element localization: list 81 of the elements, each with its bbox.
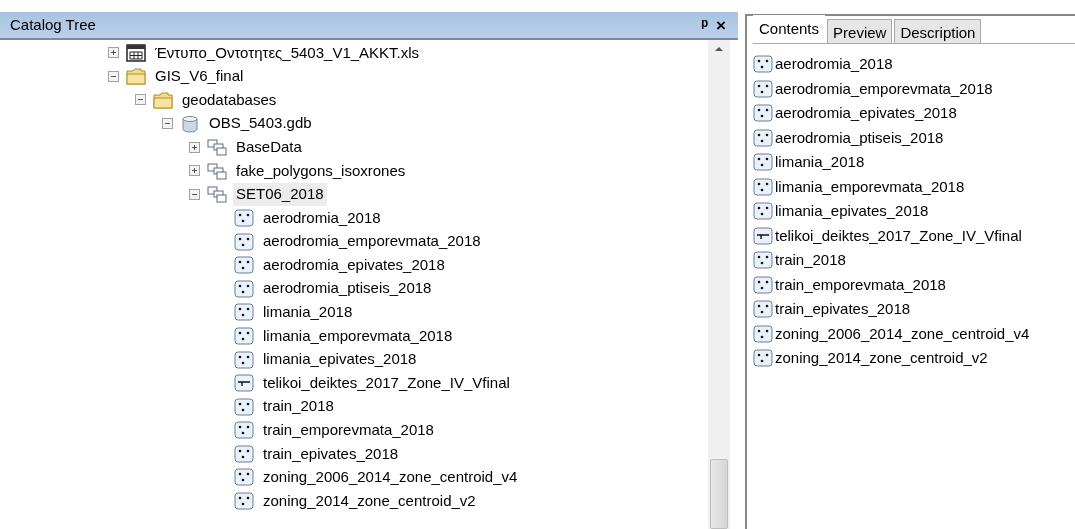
database-icon (180, 114, 200, 133)
tree-item[interactable]: telikoi_deiktes_2017_Zone_IV_Vfinal (260, 371, 513, 395)
point-layer-icon (234, 468, 254, 487)
folder-icon (126, 67, 146, 86)
tree-item[interactable]: Έντυπο_Οντοτητες_5403_V1_AKKT.xls (152, 41, 423, 65)
point-layer-icon (234, 303, 254, 322)
tree-item[interactable]: aerodromia_emporevmata_2018 (260, 230, 484, 253)
tree-item[interactable]: fake_polygons_isoxrones (233, 159, 409, 182)
content-item[interactable]: aerodromia_ptiseis_2018 (775, 126, 944, 149)
content-item[interactable]: zoning_2014_zone_centroid_v2 (775, 347, 988, 370)
content-item[interactable]: train_2018 (775, 249, 846, 272)
tree-item[interactable]: SET06_2018 (233, 183, 327, 206)
tree-item[interactable]: zoning_2006_2014_zone_centroid_v4 (260, 466, 521, 489)
content-item[interactable]: zoning_2006_2014_zone_centroid_v4 (775, 322, 1030, 345)
content-item[interactable]: train_emporevmata_2018 (775, 273, 946, 296)
content-item[interactable]: aerodromia_epivates_2018 (775, 102, 957, 125)
point-layer-icon (753, 202, 773, 221)
point-layer-icon (234, 232, 254, 251)
point-layer-icon (234, 326, 254, 345)
content-item[interactable]: limania_2018 (775, 151, 865, 174)
stacked-squares-icon (207, 185, 227, 204)
content-item[interactable]: limania_emporevmata_2018 (775, 175, 965, 198)
tree-item[interactable]: train_epivates_2018 (260, 442, 402, 466)
point-layer-icon (753, 324, 773, 343)
tab[interactable]: Preview (827, 19, 893, 43)
tree-item[interactable]: limania_emporevmata_2018 (260, 324, 456, 348)
collapse-icon[interactable] (135, 94, 146, 106)
point-layer-icon (753, 275, 773, 294)
line-layer-icon (753, 226, 773, 245)
content-item[interactable]: train_epivates_2018 (775, 298, 911, 321)
tree-item[interactable]: aerodromia_2018 (260, 206, 384, 230)
spreadsheet-icon (126, 43, 146, 62)
content-item[interactable]: telikoi_deiktes_2017_Zone_IV_Vfinal (775, 224, 1022, 247)
collapse-icon[interactable] (162, 118, 173, 130)
expand-icon[interactable] (189, 165, 200, 177)
folder-icon (153, 91, 173, 109)
scroll-up-icon[interactable] (714, 46, 724, 52)
point-layer-icon (753, 300, 773, 319)
tree-item[interactable]: train_emporevmata_2018 (260, 419, 437, 442)
tree-item[interactable]: OBS_5403.gdb (206, 112, 315, 135)
point-layer-icon (234, 492, 254, 511)
tree-item[interactable]: aerodromia_epivates_2018 (260, 253, 448, 277)
point-layer-icon (234, 421, 254, 440)
stacked-squares-icon (207, 161, 227, 180)
point-layer-icon (234, 444, 254, 463)
point-layer-icon (753, 128, 773, 147)
tree-item[interactable]: aerodromia_ptiseis_2018 (260, 277, 435, 300)
tree-item[interactable]: geodatabases (179, 88, 280, 112)
pane-title: Catalog Tree (10, 14, 97, 35)
point-layer-icon (753, 79, 773, 98)
point-layer-icon (753, 349, 773, 368)
line-layer-icon (234, 374, 254, 393)
point-layer-icon (753, 55, 773, 74)
point-layer-icon (234, 350, 254, 369)
point-layer-icon (234, 208, 254, 227)
pin-button[interactable]: ᵖ (697, 16, 713, 34)
stacked-squares-icon (207, 138, 227, 157)
expand-icon[interactable] (189, 141, 200, 153)
tree-item[interactable]: limania_2018 (260, 301, 356, 324)
point-layer-icon (234, 279, 254, 298)
point-layer-icon (234, 397, 254, 416)
collapse-icon[interactable] (108, 70, 119, 82)
close-button[interactable]: × (712, 16, 730, 34)
content-item[interactable]: limania_epivates_2018 (775, 200, 929, 223)
content-item[interactable]: aerodromia_2018 (775, 53, 893, 76)
scrollbar[interactable] (708, 40, 730, 529)
point-layer-icon (753, 104, 773, 123)
expand-icon[interactable] (108, 47, 119, 59)
tree-item[interactable]: train_2018 (260, 395, 337, 418)
point-layer-icon (753, 153, 773, 172)
tree-item[interactable]: limania_epivates_2018 (260, 348, 420, 371)
point-layer-icon (753, 177, 773, 196)
tree-item[interactable]: BaseData (233, 135, 305, 159)
scroll-thumb[interactable] (710, 459, 728, 529)
tab[interactable]: Description (894, 19, 982, 43)
content-item[interactable]: aerodromia_emporevmata_2018 (775, 77, 993, 100)
collapse-icon[interactable] (189, 188, 200, 200)
tree-item[interactable]: zoning_2014_zone_centroid_v2 (260, 489, 479, 513)
point-layer-icon (753, 251, 773, 270)
tree-item[interactable]: GIS_V6_final (152, 65, 247, 88)
point-layer-icon (234, 256, 254, 275)
